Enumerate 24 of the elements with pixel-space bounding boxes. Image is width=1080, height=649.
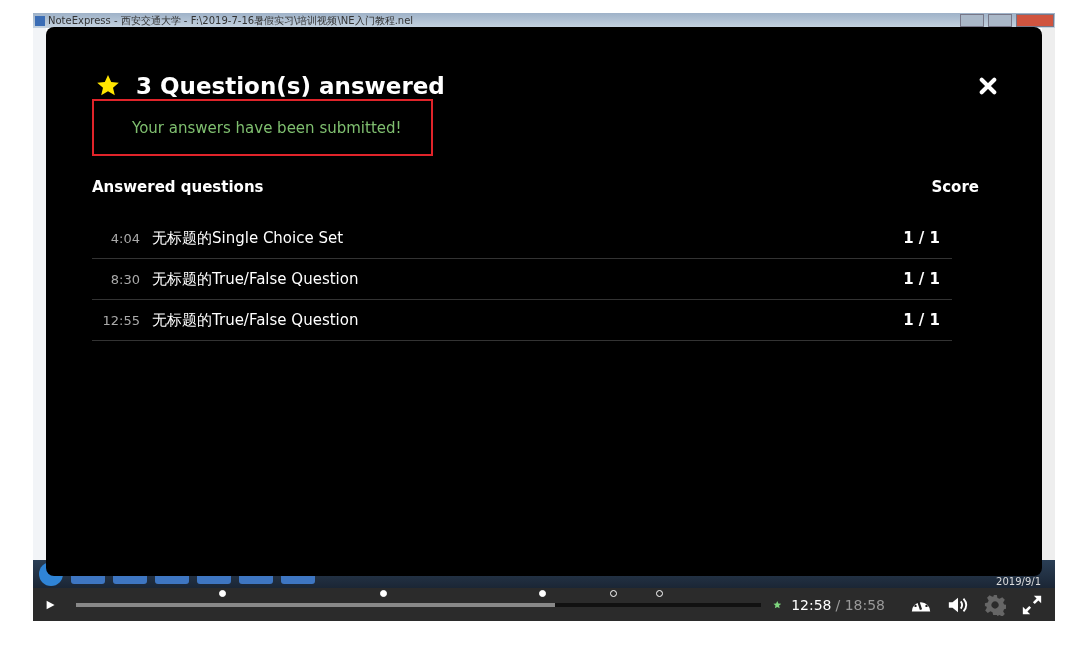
question-title: 无标题的True/False Question [152,269,360,289]
clock-date: 2019/9/1 [996,576,1041,588]
question-marker[interactable] [379,589,387,597]
window-title: NoteExpress - 西安交通大学 - F:\2019-7-16暑假实习\培训视频\NE入门教程.nel [48,13,414,28]
close-icon[interactable] [979,77,997,95]
question-title: 无标题的Single Choice Set [152,228,345,248]
column-header: Score [931,178,979,196]
question-time: 8:30 [109,271,140,287]
question-score: 1 / 1 [903,270,940,288]
duration: / 18:58 [835,596,885,613]
question-marker[interactable] [219,589,227,597]
star-icon [96,74,120,98]
question-time: 12:55 [101,312,140,328]
fullscreen-icon[interactable] [1021,593,1043,616]
app-icon [35,15,45,26]
question-score: 1 / 1 [903,229,940,247]
question-marker[interactable] [539,589,547,597]
summary-title: 3 Question(s) answered [136,73,445,99]
question-time: 4:04 [109,230,140,246]
column-header: Answered questions [92,178,264,196]
success-message: Your answers have been submitted! [132,118,402,137]
current-time: 12:58 [791,596,832,613]
question-title: 无标题的True/False Question [152,310,360,330]
question-score: 1 / 1 [903,311,940,329]
